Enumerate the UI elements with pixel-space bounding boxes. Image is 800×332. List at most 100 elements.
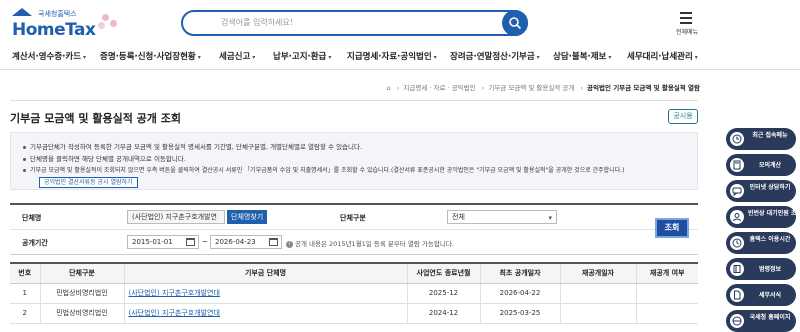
nav-item[interactable]: 계산서·영수증·카드 ▾: [12, 50, 86, 62]
house-roof-icon: [12, 8, 32, 16]
cell-redisclosure-flag: [636, 283, 698, 304]
logo-subtitle: 국세청홈택스: [38, 10, 77, 18]
chevron-down-icon: ▾: [197, 54, 201, 61]
home-icon[interactable]: ⌂: [387, 84, 391, 92]
main-navigation: 계산서·영수증·카드 ▾ 증명·등록·신청·사업장현황 ▾ 세금신고 ▾ 납부·고지·…: [0, 44, 800, 70]
chevron-down-icon: ▾: [608, 54, 612, 61]
results-table: 번호 단체구분 기부금 단체명 사업연도 종료년월 최초 공개일자 재공개일자 …: [10, 262, 698, 324]
org-name-link[interactable]: (사단법인) 지구촌구호개발연대: [124, 283, 408, 304]
search-icon: [509, 17, 522, 30]
chevron-down-icon: ▾: [694, 54, 698, 61]
period-note: i 공개 내용은 2015년1월1일 등록 분부터 열람 가능합니다.: [286, 238, 454, 248]
people-icon: [730, 210, 744, 224]
column-header: 재공개 여부: [636, 262, 698, 284]
nav-item[interactable]: 증명·등록·신청·사업장현황 ▾: [100, 50, 201, 62]
divider: [10, 100, 698, 101]
form-row: 단체명 (사단법인) 지구촌구호개발연 단체명찾기 단체구분 전체 ▾: [10, 205, 698, 230]
cell-first-disclosure: 2025-03-25: [480, 303, 561, 324]
quick-online-consult[interactable]: 인터넷 상담하기: [726, 180, 796, 202]
bullet-icon: [23, 169, 26, 172]
cell-number: 1: [10, 283, 41, 304]
date-separator: ~: [202, 238, 208, 246]
hometax-logo[interactable]: 국세청홈택스 HomeTax: [10, 8, 130, 40]
cell-redisclosure-flag: [636, 303, 698, 324]
logo-wordmark: HomeTax: [12, 20, 96, 40]
breadcrumb: ⌂ › 지급명세 · 자료 · 공익법인 › 기부금 모금액 및 활용실적 공개 ›…: [386, 84, 700, 92]
info-line: 기부금 모금액 및 활용실적이 조회되지 않으면 우측 버튼을 클릭하여 결산공…: [23, 165, 625, 174]
quick-law-info[interactable]: 범령정보: [726, 258, 796, 280]
chevron-down-icon: ▾: [548, 214, 552, 222]
chevron-down-icon: ▾: [536, 54, 540, 61]
cell-number: 2: [10, 303, 41, 324]
book-icon: [730, 262, 744, 276]
hamburger-icon: [680, 12, 692, 14]
all-menu-button[interactable]: 전체메뉴: [672, 8, 702, 36]
bullet-icon: [23, 145, 26, 149]
breadcrumb-item[interactable]: 기부금 모금액 및 활용실적 공개: [488, 84, 574, 92]
nav-item[interactable]: 상담·불복·제보 ▾: [553, 50, 611, 62]
settlement-disclosure-link-button[interactable]: 공익법인 결산서류등 공시 열람하기: [39, 177, 138, 188]
info-line: 기부금단체가 작성하여 등록한 기부금 모금액 및 활용실적 명세서를 기간별,…: [23, 141, 362, 151]
quick-simulation[interactable]: 모의계산: [726, 154, 796, 176]
clock-icon: [730, 132, 744, 146]
flower-icon: [98, 22, 105, 29]
org-name-field[interactable]: (사단법인) 지구촌구호개발연: [127, 210, 225, 224]
quick-tax-forms[interactable]: 세무서식: [726, 284, 796, 306]
column-header: 재공개일자: [560, 262, 637, 284]
cell-org-type: 민법상비영리법인: [40, 283, 125, 304]
column-header: 최초 공개일자: [480, 262, 561, 284]
inquiry-button[interactable]: 조회: [655, 218, 689, 238]
breadcrumb-current: 공익법인 기부금 모금액 및 활용실적 열람: [587, 84, 700, 92]
cell-fiscal-year: 2024-12: [407, 303, 481, 324]
calculator-icon: [730, 158, 744, 172]
bullet-icon: [23, 157, 26, 161]
all-menu-label: 전체메뉴: [675, 29, 699, 36]
nav-item[interactable]: 장려금·연말정산·기부금 ▾: [450, 50, 540, 62]
time-icon: [730, 236, 744, 250]
org-type-label: 단체구분: [340, 214, 366, 222]
search-bar[interactable]: 검색어를 입력하세요!: [181, 10, 528, 36]
document-icon: [730, 288, 744, 302]
cell-fiscal-year: 2025-12: [407, 283, 481, 304]
notice-button[interactable]: 공시용: [668, 109, 698, 124]
nav-item[interactable]: 세금신고 ▾: [219, 50, 255, 62]
column-header: 번호: [10, 262, 41, 284]
page-title: 기부금 모금액 및 활용실적 공개 조회: [10, 112, 181, 125]
column-header: 사업연도 종료년월: [407, 262, 481, 284]
calendar-icon[interactable]: [186, 238, 195, 246]
quick-nts-homepage[interactable]: 국세청 홈페이지: [726, 310, 796, 332]
column-header: 단체구분: [40, 262, 125, 284]
hamburger-icon: [680, 22, 692, 24]
nav-item[interactable]: 지급명세·자료·공익법인 ▾: [347, 50, 437, 62]
quick-recent-menu[interactable]: 최근 접속메뉴: [726, 128, 796, 150]
start-date-field[interactable]: 2015-01-01: [127, 235, 199, 249]
column-header: 기부금 단체명: [124, 262, 408, 284]
table-header-row: 번호 단체구분 기부금 단체명 사업연도 종료년월 최초 공개일자 재공개일자 …: [10, 262, 698, 284]
breadcrumb-item[interactable]: 지급명세 · 자료 · 공익법인: [403, 84, 475, 92]
calendar-icon[interactable]: [269, 238, 278, 246]
chevron-down-icon: ▾: [433, 54, 437, 61]
end-date-field[interactable]: 2026-04-23: [210, 235, 282, 249]
org-name-label: 단체명: [22, 214, 42, 222]
org-name-link[interactable]: (사단법인) 지구촌구호개발연대: [124, 303, 408, 324]
top-bar: 국세청홈택스 HomeTax 검색어를 입력하세요! 전체메뉴: [0, 0, 800, 44]
info-line: 단체명을 클릭하면 해당 단체별 공개내역으로 이동합니다.: [23, 153, 186, 163]
find-org-button[interactable]: 단체명찾기: [227, 210, 268, 224]
cell-org-type: 민법상비영리법인: [40, 303, 125, 324]
cell-redisclosure-date: [560, 283, 637, 304]
flower-icon: [110, 20, 117, 27]
chevron-down-icon: ▾: [328, 54, 332, 61]
nav-item[interactable]: 세무대리·납세관리 ▾: [627, 50, 698, 62]
nav-item[interactable]: 납부·고지·환급 ▾: [273, 50, 331, 62]
info-box: 기부금단체가 작성하여 등록한 기부금 모금액 및 활용실적 명세서를 기간별,…: [10, 132, 698, 190]
table-row: 1 민법상비영리법인 (사단법인) 지구촌구호개발연대 2025-12 2026…: [10, 283, 698, 304]
quick-service-hours[interactable]: 홈택스 이용시간: [726, 232, 796, 254]
search-input[interactable]: 검색어를 입력하세요!: [221, 17, 293, 28]
period-label: 공개기간: [22, 239, 48, 247]
quick-wait-count[interactable]: 빈번상 대기인원 조회: [726, 206, 800, 228]
org-type-select[interactable]: 전체 ▾: [447, 210, 557, 224]
chevron-down-icon: ▾: [252, 54, 256, 61]
search-button[interactable]: [502, 10, 528, 36]
hamburger-icon: [680, 17, 692, 19]
table-row: 2 민법상비영리법인 (사단법인) 지구촌구호개발연대 2024-12 2025…: [10, 303, 698, 324]
